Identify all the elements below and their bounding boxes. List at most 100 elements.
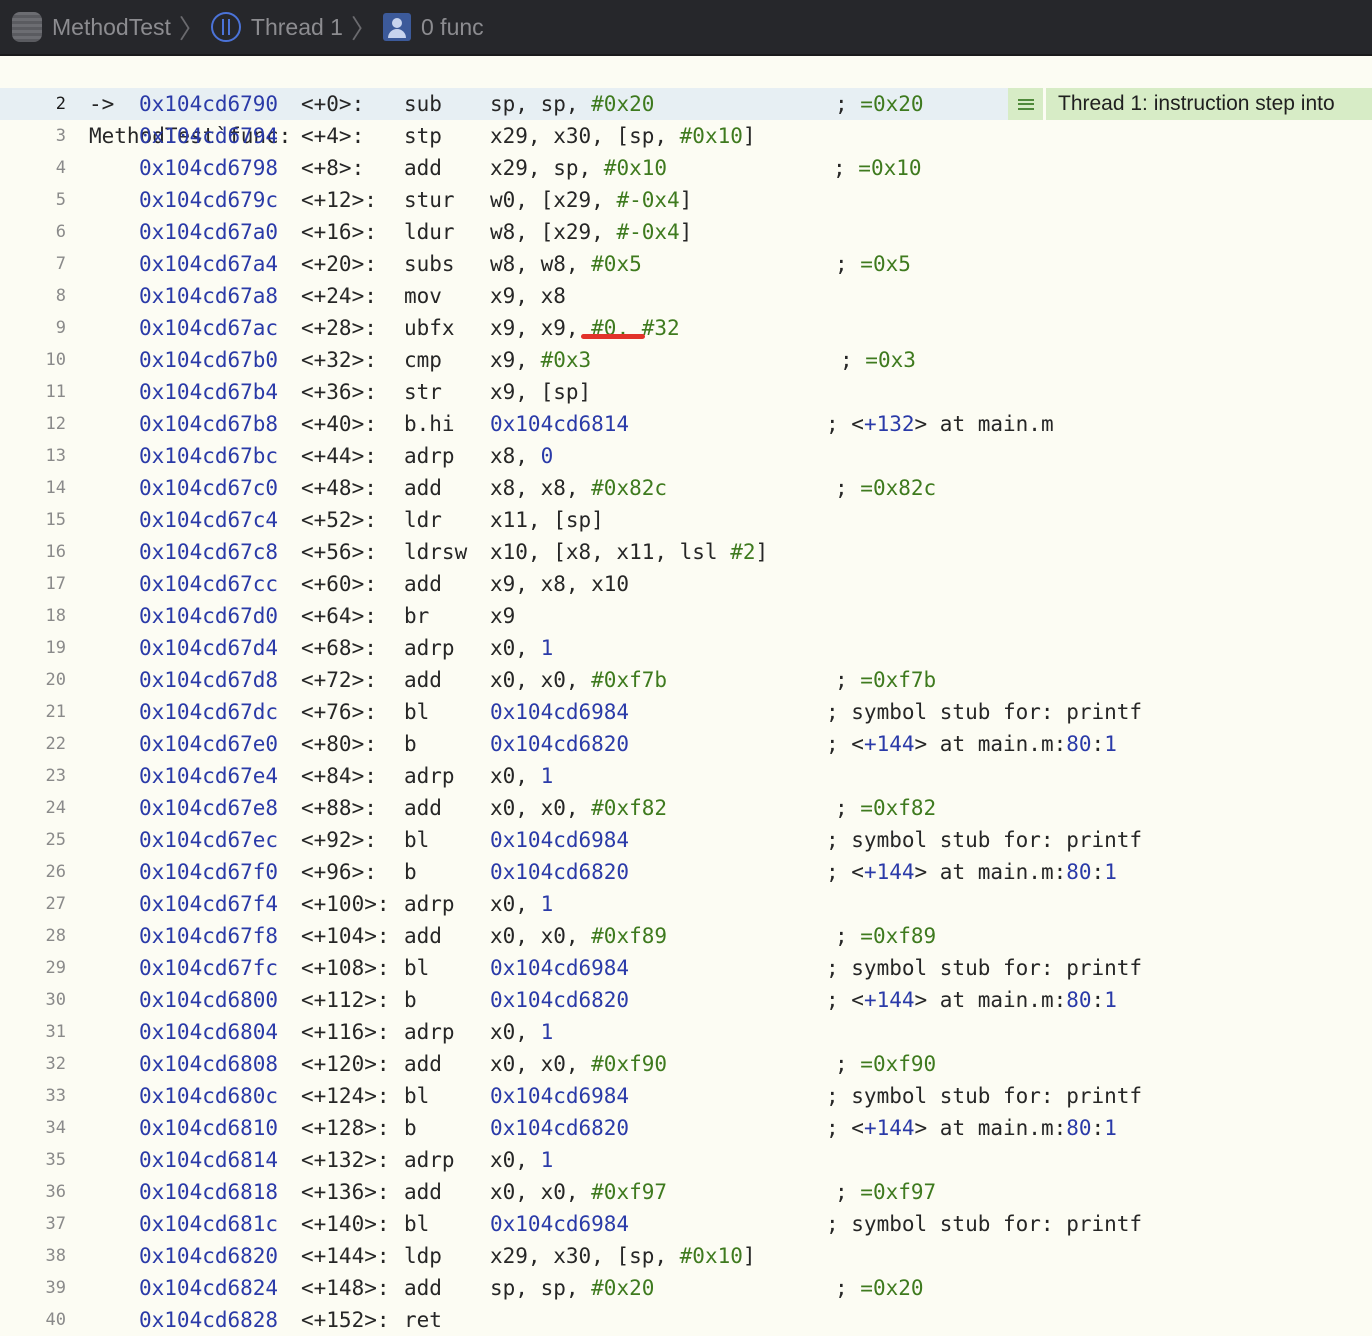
- comment-token: ; <: [826, 860, 864, 884]
- line-number: 34: [45, 1118, 66, 1138]
- instruction-address: 0x104cd67e4: [139, 764, 279, 788]
- instruction-row[interactable]: 14 0x104cd67c0 <+48>: add x8, x8, #0x82c; =0…: [0, 472, 1372, 504]
- instruction-row[interactable]: 20 0x104cd67d8 <+72>: add x0, x0, #0xf7b; =0…: [0, 664, 1372, 696]
- instruction-row[interactable]: 18 0x104cd67d0 <+64>: br x9: [0, 600, 1372, 632]
- list-icon[interactable]: [1008, 88, 1046, 120]
- instruction-comment: ; =0x20: [835, 1272, 924, 1304]
- breadcrumb-item-frame[interactable]: 0 func: [383, 0, 484, 54]
- instruction-mnemonic: stp: [404, 124, 442, 148]
- instruction-row[interactable]: 36 0x104cd6818 <+136>: add x0, x0, #0xf97; =…: [0, 1176, 1372, 1208]
- instruction-mnemonic: stur: [404, 188, 455, 212]
- comment-token: =0xf89: [860, 924, 937, 948]
- instruction-operands: x0, x0, #0xf90: [490, 1048, 667, 1080]
- instruction-row[interactable]: 17 0x104cd67cc <+60>: add x9, x8, x10: [0, 568, 1372, 600]
- instruction-address: 0x104cd6800: [139, 988, 279, 1012]
- instruction-operands: x29, x30, [sp, #0x10]: [490, 1240, 756, 1272]
- instruction-operands: 0x104cd6984: [490, 952, 629, 984]
- instruction-row[interactable]: 9 0x104cd67ac <+28>: ubfx x9, x9, #0, #32: [0, 312, 1372, 344]
- instruction-row[interactable]: 32 0x104cd6808 <+120>: add x0, x0, #0xf90; =…: [0, 1048, 1372, 1080]
- line-number: 7: [55, 254, 66, 274]
- instruction-address: 0x104cd67bc: [139, 444, 279, 468]
- line-number: 19: [45, 638, 66, 658]
- instruction-row[interactable]: 39 0x104cd6824 <+148>: add sp, sp, #0x20; =0…: [0, 1272, 1372, 1304]
- instruction-row[interactable]: 13 0x104cd67bc <+44>: adrp x8, 0: [0, 440, 1372, 472]
- chevron-right-icon: 〉: [178, 13, 205, 44]
- instruction-offset: <+84>:: [301, 764, 377, 788]
- instruction-row[interactable]: 27 0x104cd67f4 <+100>: adrp x0, 1: [0, 888, 1372, 920]
- instruction-row[interactable]: 22 0x104cd67e0 <+80>: b 0x104cd6820 ; <+144> …: [0, 728, 1372, 760]
- instruction-row[interactable]: 38 0x104cd6820 <+144>: ldp x29, x30, [sp, #0…: [0, 1240, 1372, 1272]
- instruction-row[interactable]: 24 0x104cd67e8 <+88>: add x0, x0, #0xf82; =0…: [0, 792, 1372, 824]
- instruction-row[interactable]: 37 0x104cd681c <+140>: bl 0x104cd6984 ; symbo…: [0, 1208, 1372, 1240]
- comment-token: ; symbol stub for: printf: [826, 956, 1143, 980]
- comment-token: ;: [835, 924, 861, 948]
- instruction-row[interactable]: 26 0x104cd67f0 <+96>: b 0x104cd6820 ; <+144> …: [0, 856, 1372, 888]
- instruction-row[interactable]: 6 0x104cd67a0 <+16>: ldur w8, [x29, #-0x4]: [0, 216, 1372, 248]
- line-number: 11: [45, 382, 66, 402]
- instruction-row[interactable]: 23 0x104cd67e4 <+84>: adrp x0, 1: [0, 760, 1372, 792]
- instruction-row[interactable]: 21 0x104cd67dc <+76>: bl 0x104cd6984 ; symbol…: [0, 696, 1372, 728]
- instruction-row[interactable]: 12 0x104cd67b8 <+40>: b.hi 0x104cd6814 ; <+13…: [0, 408, 1372, 440]
- instruction-offset: <+116>:: [301, 1020, 390, 1044]
- chevron-right-icon: 〉: [350, 13, 377, 44]
- instruction-mnemonic: bl: [404, 1084, 430, 1108]
- operand-token: x0,: [490, 764, 541, 788]
- red-underline-annotation: [581, 334, 645, 339]
- instruction-offset: <+36>:: [301, 380, 377, 404]
- instruction-row[interactable]: 31 0x104cd6804 <+116>: adrp x0, 1: [0, 1016, 1372, 1048]
- instruction-address: 0x104cd6808: [139, 1052, 279, 1076]
- instruction-offset: <+88>:: [301, 796, 377, 820]
- instruction-comment: ; =0x10: [833, 152, 922, 184]
- breadcrumb-item-app[interactable]: MethodTest: [0, 0, 171, 54]
- comment-token: > at main.m:: [914, 988, 1067, 1012]
- instruction-row[interactable]: 34 0x104cd6810 <+128>: b 0x104cd6820 ; <+144>…: [0, 1112, 1372, 1144]
- instruction-mnemonic: adrp: [404, 892, 455, 916]
- disassembly-header-line[interactable]: 1 MethodTest`func:: [0, 56, 1372, 148]
- instruction-row[interactable]: 7 0x104cd67a4 <+20>: subs w8, w8, #0x5; =0x5: [0, 248, 1372, 280]
- instruction-row[interactable]: 33 0x104cd680c <+124>: bl 0x104cd6984 ; symbo…: [0, 1080, 1372, 1112]
- instruction-row[interactable]: 30 0x104cd6800 <+112>: b 0x104cd6820 ; <+144>…: [0, 984, 1372, 1016]
- instruction-row[interactable]: 40 0x104cd6828 <+152>: ret: [0, 1304, 1372, 1336]
- instruction-comment: ; =0x3: [840, 344, 916, 376]
- current-instruction-row[interactable]: 2 -> 0x104cd6790 <+0>: sub sp, sp, #0x20; =0x…: [0, 88, 1372, 120]
- breadcrumb-item-thread[interactable]: Thread 1: [210, 0, 343, 54]
- instruction-comment: ; <+144> at main.m:80:1: [826, 728, 1117, 760]
- instruction-row[interactable]: 4 0x104cd6798 <+8>: add x29, sp, #0x10; =0x1…: [0, 152, 1372, 184]
- instruction-row[interactable]: 19 0x104cd67d4 <+68>: adrp x0, 1: [0, 632, 1372, 664]
- instruction-operands: x8, x8, #0x82c: [490, 472, 667, 504]
- instruction-comment: ; symbol stub for: printf: [826, 696, 1142, 728]
- instruction-row[interactable]: 3 0x104cd6794 <+4>: stp x29, x30, [sp, #0x10…: [0, 120, 1372, 152]
- instruction-row[interactable]: 10 0x104cd67b0 <+32>: cmp x9, #0x3; =0x3: [0, 344, 1372, 376]
- instruction-offset: <+144>:: [301, 1244, 390, 1268]
- operand-token: sp, sp,: [490, 92, 592, 116]
- instruction-address: 0x104cd67f8: [139, 924, 279, 948]
- instruction-mnemonic: cmp: [404, 348, 442, 372]
- instruction-address: 0x104cd6828: [139, 1308, 279, 1332]
- instruction-row[interactable]: 25 0x104cd67ec <+92>: bl 0x104cd6984 ; symbol…: [0, 824, 1372, 856]
- instruction-address: 0x104cd67fc: [139, 956, 279, 980]
- instruction-row[interactable]: 28 0x104cd67f8 <+104>: add x0, x0, #0xf89; =…: [0, 920, 1372, 952]
- thread-icon: [210, 12, 241, 42]
- instruction-row[interactable]: 16 0x104cd67c8 <+56>: ldrsw x10, [x8, x11, l…: [0, 536, 1372, 568]
- instruction-mnemonic: bl: [404, 956, 430, 980]
- operand-token: x8, x8,: [490, 476, 592, 500]
- instruction-row[interactable]: 11 0x104cd67b4 <+36>: str x9, [sp]: [0, 376, 1372, 408]
- instruction-row[interactable]: 15 0x104cd67c4 <+52>: ldr x11, [sp]: [0, 504, 1372, 536]
- instruction-row[interactable]: 35 0x104cd6814 <+132>: adrp x0, 1: [0, 1144, 1372, 1176]
- instruction-address: 0x104cd67d4: [139, 636, 279, 660]
- operand-token: 0x104cd6820: [490, 732, 630, 756]
- instruction-row[interactable]: 29 0x104cd67fc <+108>: bl 0x104cd6984 ; symbo…: [0, 952, 1372, 984]
- comment-token: :: [1091, 1116, 1105, 1140]
- line-number: 12: [45, 414, 66, 434]
- line-number: 22: [45, 734, 66, 754]
- instruction-address: 0x104cd67e0: [139, 732, 279, 756]
- instruction-offset: <+40>:: [301, 412, 377, 436]
- instruction-row[interactable]: 8 0x104cd67a8 <+24>: mov x9, x8: [0, 280, 1372, 312]
- comment-token: 1: [1104, 860, 1117, 884]
- instruction-comment: ; =0x20: [835, 88, 924, 120]
- operand-token: #0x5: [591, 252, 642, 276]
- instruction-row[interactable]: 5 0x104cd679c <+12>: stur w0, [x29, #-0x4]: [0, 184, 1372, 216]
- instruction-offset: <+120>:: [301, 1052, 390, 1076]
- thread-step-badge[interactable]: Thread 1: instruction step into: [1008, 88, 1372, 120]
- instruction-offset: <+72>:: [301, 668, 377, 692]
